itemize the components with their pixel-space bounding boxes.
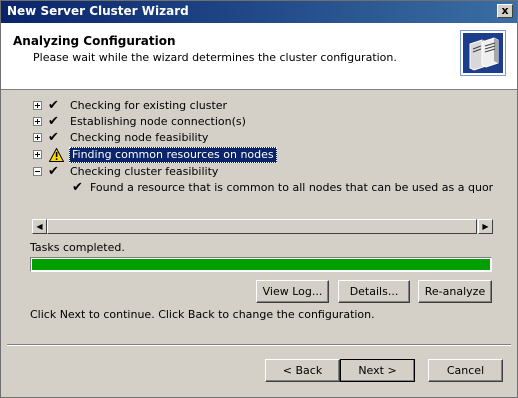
close-button[interactable]: x [497, 4, 513, 18]
back-label: < Back [282, 364, 323, 377]
view-log-label: View Log... [262, 285, 323, 298]
tree-item-label: Checking cluster feasibility [70, 165, 219, 178]
footer-separator [7, 344, 511, 346]
tree-item-label: Found a resource that is common to all n… [90, 181, 493, 194]
progress-bar [30, 257, 492, 272]
scroll-left-icon[interactable]: ◀ [32, 219, 47, 234]
collapse-minus-icon[interactable] [33, 167, 42, 176]
warning-icon [49, 148, 64, 162]
tasks-status-label: Tasks completed. [30, 241, 125, 254]
reanalyze-label: Re-analyze [424, 285, 486, 298]
server-cluster-icon [460, 30, 506, 76]
expand-plus-icon[interactable] [33, 150, 42, 159]
wizard-header: Analyzing Configuration Please wait whil… [1, 23, 517, 90]
next-button[interactable]: Next > [340, 359, 415, 382]
page-title: Analyzing Configuration [13, 34, 176, 48]
checkmark-icon: ✔ [48, 164, 59, 179]
tree-child-item[interactable]: ✔ Found a resource that is common to all… [33, 180, 493, 196]
tree-item-label: Finding common resources on nodes [69, 147, 277, 163]
checkmark-icon: ✔ [48, 114, 59, 129]
details-button[interactable]: Details... [338, 280, 410, 303]
expand-plus-icon[interactable] [33, 101, 42, 110]
details-label: Details... [349, 285, 399, 298]
back-button[interactable]: < Back [265, 359, 340, 382]
scroll-right-icon[interactable]: ▶ [478, 219, 493, 234]
title-bar[interactable]: New Server Cluster Wizard x [1, 1, 517, 23]
window-title: New Server Cluster Wizard [7, 4, 189, 18]
view-log-button[interactable]: View Log... [256, 280, 329, 303]
next-label: Next > [358, 364, 397, 377]
cancel-button[interactable]: Cancel [428, 359, 503, 382]
progress-fill [32, 259, 490, 270]
instruction-text: Click Next to continue. Click Back to ch… [30, 308, 375, 321]
wizard-window: New Server Cluster Wizard x Analyzing Co… [0, 0, 518, 398]
expand-plus-icon[interactable] [33, 133, 42, 142]
checkmark-icon: ✔ [48, 98, 59, 113]
horizontal-scrollbar[interactable]: ◀ ▶ [32, 219, 493, 234]
tree-item-label: Establishing node connection(s) [70, 115, 246, 128]
page-subtitle: Please wait while the wizard determines … [33, 51, 397, 64]
expand-plus-icon[interactable] [33, 117, 42, 126]
tree-item-label: Checking for existing cluster [70, 99, 228, 112]
cancel-label: Cancel [446, 364, 485, 377]
scroll-thumb[interactable] [47, 219, 477, 234]
tree-item-label: Checking node feasibility [70, 131, 209, 144]
checkmark-icon: ✔ [48, 130, 59, 145]
reanalyze-button[interactable]: Re-analyze [418, 280, 492, 303]
checkmark-icon: ✔ [72, 180, 83, 195]
